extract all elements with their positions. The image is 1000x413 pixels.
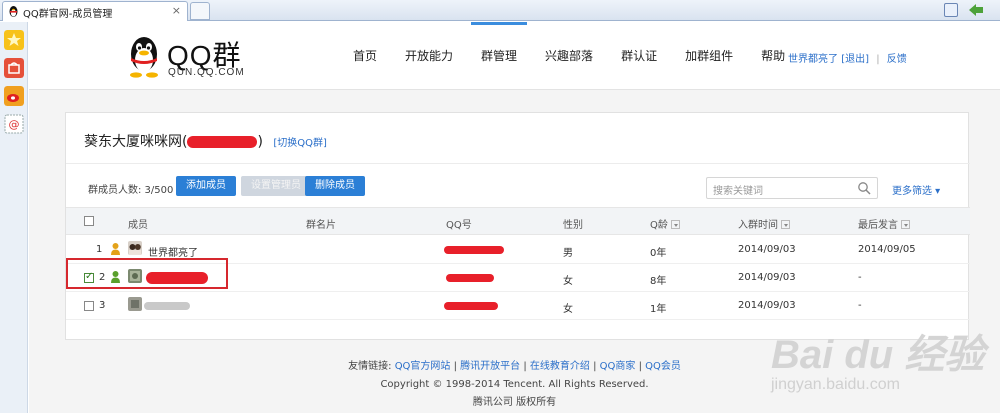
avatar [128, 297, 142, 311]
nav-group-certification[interactable]: 群认证 [607, 22, 671, 90]
watermark-sub: jingyan.baidu.com [771, 376, 900, 393]
nav-home[interactable]: 首页 [339, 22, 391, 90]
footer-link-tencent-open[interactable]: 腾讯开放平台 [460, 361, 520, 372]
table-row[interactable]: 3 女 1年 2014/09/03 - [66, 292, 970, 320]
column-q-age[interactable]: Q龄 [650, 216, 680, 231]
member-count: 群成员人数: 3/500 [88, 185, 174, 196]
more-filter-dropdown[interactable]: 更多筛选 ▾ [892, 182, 940, 197]
add-member-button[interactable]: 添加成员 [176, 176, 236, 196]
redacted-qq-number [446, 274, 494, 282]
member-q-age: 0年 [650, 248, 667, 259]
member-join-time: 2014/09/03 [738, 300, 796, 311]
logo-subtext: QUN.QQ.COM [168, 67, 245, 78]
column-member: 成员 [128, 220, 148, 231]
set-admin-button[interactable]: 设置管理员 [241, 176, 311, 196]
footer-link-qq-merchant[interactable]: QQ商家 [600, 361, 636, 372]
group-name-close: ) [257, 134, 263, 150]
redacted-qq-number [444, 302, 498, 310]
user-bar: 世界都亮了 [退出] | 反馈 [788, 50, 907, 65]
nav-open-capability[interactable]: 开放能力 [391, 22, 467, 90]
nav-group-manage[interactable]: 群管理 [467, 22, 531, 90]
member-last-post: - [858, 300, 862, 311]
tab-close-button[interactable]: × [172, 4, 181, 17]
column-join-time[interactable]: 入群时间 [738, 216, 790, 231]
main-nav: 首页 开放能力 群管理 兴趣部落 群认证 加群组件 帮助 [339, 22, 799, 90]
logout-link[interactable]: [退出] [841, 54, 869, 65]
weibo-icon[interactable] [4, 86, 24, 106]
row-index: 3 [99, 300, 106, 311]
group-name: 葵东大厦咪咪网( [84, 134, 188, 150]
sort-dropdown-icon[interactable] [781, 220, 790, 229]
shopping-icon[interactable] [4, 58, 24, 78]
delete-member-button[interactable]: 删除成员 [305, 176, 365, 196]
tab-title: QQ群官网-成员管理 [23, 9, 113, 20]
member-name[interactable]: 世界都亮了 [148, 244, 198, 259]
switch-group-link[interactable]: [切换QQ群] [273, 138, 327, 149]
sort-dropdown-icon[interactable] [901, 220, 910, 229]
footer-link-qq-official[interactable]: QQ官方网站 [395, 361, 451, 372]
group-title: 葵东大厦咪咪网() [切换QQ群] [84, 131, 327, 151]
avatar [128, 241, 142, 255]
panel-divider [66, 163, 970, 164]
search-box[interactable]: 搜索关键词 [706, 177, 878, 199]
feedback-link[interactable]: 反馈 [887, 54, 907, 65]
row-index: 1 [96, 244, 103, 255]
page: QQ群 QUN.QQ.COM 首页 开放能力 群管理 兴趣部落 群认证 加群组件… [29, 22, 1000, 413]
column-q-age-label: Q龄 [650, 220, 668, 231]
watermark-main: Bai du 经验 [771, 333, 985, 377]
column-last-post[interactable]: 最后发言 [858, 216, 910, 231]
qq-penguin-logo[interactable] [125, 34, 163, 78]
member-join-time: 2014/09/03 [738, 244, 796, 255]
search-icon[interactable] [857, 181, 871, 195]
browser-tab-bar: QQ群官网-成员管理 × [0, 0, 1000, 21]
column-join-time-label: 入群时间 [738, 220, 778, 231]
group-owner-icon [111, 243, 120, 255]
column-group-card: 群名片 [306, 220, 336, 231]
browser-tab[interactable]: QQ群官网-成员管理 × [2, 1, 188, 21]
nav-interest-tribe[interactable]: 兴趣部落 [531, 22, 607, 90]
back-arrow-icon[interactable] [966, 1, 986, 19]
new-tab-button[interactable] [190, 2, 210, 20]
row-checkbox[interactable] [84, 301, 94, 311]
favorites-star-icon[interactable] [4, 30, 24, 50]
footer-link-qq-vip[interactable]: QQ会员 [645, 361, 681, 372]
blurred-member-name [144, 302, 190, 310]
qq-penguin-icon [9, 6, 18, 17]
member-join-time: 2014/09/03 [738, 272, 796, 283]
column-qq-number: QQ号 [446, 220, 472, 231]
site-header: QQ群 QUN.QQ.COM 首页 开放能力 群管理 兴趣部落 群认证 加群组件… [29, 22, 1000, 90]
member-gender: 男 [563, 248, 573, 259]
member-last-post: 2014/09/05 [858, 244, 916, 255]
redacted-group-number [187, 136, 258, 148]
member-panel: 葵东大厦咪咪网() [切换QQ群] 群成员人数: 3/500 添加成员 设置管理… [65, 112, 970, 340]
redacted-qq-number [444, 246, 504, 254]
column-gender: 性别 [563, 220, 583, 231]
member-gender: 女 [563, 276, 573, 287]
baidu-jingyan-watermark: Bai du 经验 jingyan.baidu.com [771, 322, 1000, 412]
nav-join-widget[interactable]: 加群组件 [671, 22, 747, 90]
member-last-post: - [858, 272, 862, 283]
member-table-header: 成员 群名片 QQ号 性别 Q龄 入群时间 最后发言 [66, 207, 970, 235]
user-name-link[interactable]: 世界都亮了 [788, 54, 838, 65]
member-q-age: 1年 [650, 304, 667, 315]
svg-text:@: @ [9, 118, 20, 131]
page-icon[interactable] [944, 3, 958, 17]
column-last-post-label: 最后发言 [858, 220, 898, 231]
friend-links-label: 友情链接: [348, 361, 392, 372]
browser-sidebar: @ [0, 22, 28, 413]
user-bar-separator: | [876, 54, 880, 65]
search-input[interactable]: 搜索关键词 [713, 182, 763, 197]
highlight-annotation-box [66, 258, 228, 289]
footer-link-online-edu[interactable]: 在线教育介绍 [530, 361, 590, 372]
email-at-icon[interactable]: @ [4, 114, 24, 134]
select-all-checkbox[interactable] [84, 216, 94, 226]
member-gender: 女 [563, 304, 573, 315]
member-q-age: 8年 [650, 276, 667, 287]
sort-dropdown-icon[interactable] [670, 220, 680, 229]
